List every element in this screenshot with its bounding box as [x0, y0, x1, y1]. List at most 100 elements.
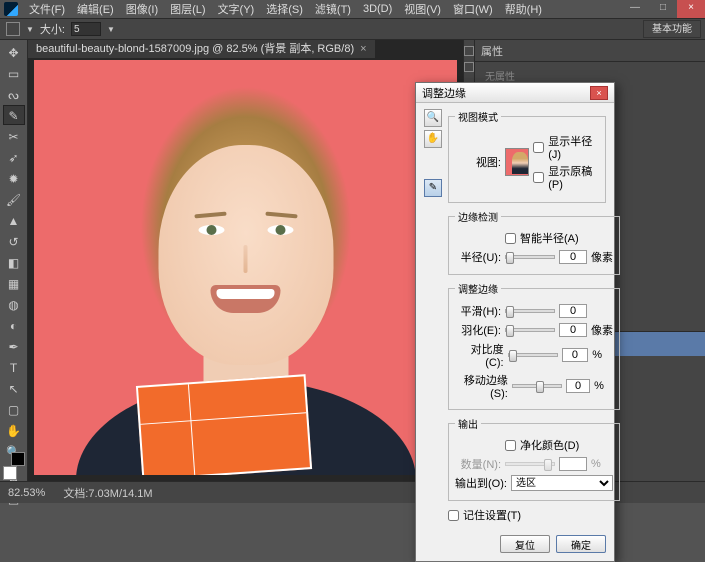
text-tool[interactable]: T — [3, 357, 25, 377]
document-area: beautiful-beauty-blond-1587009.jpg @ 82.… — [28, 40, 463, 481]
document-tab[interactable]: beautiful-beauty-blond-1587009.jpg @ 82.… — [28, 40, 375, 58]
ok-button[interactable]: 确定 — [556, 535, 606, 553]
smooth-label: 平滑(H): — [455, 303, 501, 319]
menu-help[interactable]: 帮助(H) — [500, 1, 547, 17]
show-radius-label: 显示半径 (J) — [548, 133, 599, 161]
photo-content — [34, 60, 457, 475]
output-legend: 输出 — [455, 416, 481, 431]
radius-value[interactable]: 0 — [559, 250, 587, 264]
adjust-edge-group: 调整边缘 平滑(H):0 羽化(E):0像素 对比度(C):0% 移动边缘(S)… — [448, 281, 620, 410]
tab-title: beautiful-beauty-blond-1587009.jpg @ 82.… — [36, 40, 354, 58]
shift-value[interactable]: 0 — [566, 379, 590, 393]
amount-slider — [505, 462, 555, 466]
hand-tool[interactable]: ✋ — [3, 420, 25, 440]
reset-button[interactable]: 复位 — [500, 535, 550, 553]
menu-view[interactable]: 视图(V) — [399, 1, 446, 17]
show-original-checkbox[interactable] — [533, 172, 544, 183]
heal-tool[interactable]: ✹ — [3, 168, 25, 188]
menu-file[interactable]: 文件(F) — [24, 1, 70, 17]
toolbox: ✥ ▭ ᔓ ✎ ✂ ➶ ✹ 🖌 ▲ ↺ ◧ ▦ ◍ ◐ ✒ T ↖ ▢ ✋ 🔍 … — [0, 40, 28, 481]
properties-tab-bar: 属性 — [475, 40, 705, 62]
tab-close-icon[interactable]: × — [360, 40, 366, 58]
workspace-switcher[interactable]: 基本功能 — [643, 20, 701, 38]
eyedropper-tool[interactable]: ➶ — [3, 147, 25, 167]
shift-label: 移动边缘(S): — [455, 372, 508, 400]
remember-label: 记住设置(T) — [463, 507, 521, 523]
view-mode-legend: 视图模式 — [455, 109, 501, 124]
view-thumb[interactable] — [505, 148, 529, 176]
contrast-slider[interactable] — [508, 353, 558, 357]
contrast-unit: % — [592, 349, 613, 361]
lasso-tool[interactable]: ᔓ — [3, 84, 25, 104]
radius-slider[interactable] — [505, 255, 555, 259]
crop-tool[interactable]: ✂ — [3, 126, 25, 146]
eraser-tool[interactable]: ◧ — [3, 252, 25, 272]
history-brush-tool[interactable]: ↺ — [3, 231, 25, 251]
pen-tool[interactable]: ✒ — [3, 336, 25, 356]
panel-icon[interactable] — [464, 46, 474, 56]
stamp-tool[interactable]: ▲ — [3, 210, 25, 230]
path-tool[interactable]: ↖ — [3, 378, 25, 398]
output-to-label: 输出到(O): — [455, 475, 507, 491]
move-tool[interactable]: ✥ — [3, 42, 25, 62]
menu-bar: 文件(F) 编辑(E) 图像(I) 图层(L) 文字(Y) 选择(S) 滤镜(T… — [0, 0, 705, 18]
menu-text[interactable]: 文字(Y) — [213, 1, 260, 17]
smart-radius-label: 智能半径(A) — [520, 230, 579, 246]
brush-tool[interactable]: 🖌 — [3, 189, 25, 209]
menu-layer[interactable]: 图层(L) — [165, 1, 210, 17]
minimize-button[interactable]: — — [621, 0, 649, 18]
show-radius-checkbox[interactable] — [533, 142, 544, 153]
doc-size-readout: 文档:7.03M/14.1M — [63, 485, 152, 501]
tool-preset-icon[interactable] — [6, 22, 20, 36]
feather-unit: 像素 — [591, 322, 613, 338]
preset-dropdown-icon[interactable]: ▼ — [26, 25, 34, 34]
contrast-label: 对比度(C): — [455, 341, 504, 369]
maximize-button[interactable]: □ — [649, 0, 677, 18]
amount-value — [559, 457, 587, 471]
shape-tool[interactable]: ▢ — [3, 399, 25, 419]
dialog-titlebar[interactable]: 调整边缘 × — [416, 83, 614, 103]
smooth-value[interactable]: 0 — [559, 304, 587, 318]
dodge-tool[interactable]: ◐ — [3, 315, 25, 335]
smooth-slider[interactable] — [505, 309, 555, 313]
quick-select-tool[interactable]: ✎ — [3, 105, 25, 125]
gradient-tool[interactable]: ▦ — [3, 273, 25, 293]
size-label: 大小: — [40, 21, 65, 37]
decontaminate-checkbox[interactable] — [505, 440, 516, 451]
menu-image[interactable]: 图像(I) — [121, 1, 163, 17]
zoom-tool-icon[interactable]: 🔍 — [424, 109, 442, 127]
radius-label: 半径(U): — [455, 249, 501, 265]
view-label: 视图: — [455, 154, 501, 170]
menu-select[interactable]: 选择(S) — [261, 1, 308, 17]
dialog-tools: 🔍 ✋ ✎ — [424, 109, 444, 200]
feather-value[interactable]: 0 — [559, 323, 587, 337]
dialog-close-icon[interactable]: × — [590, 86, 608, 100]
canvas[interactable] — [34, 60, 457, 475]
output-group: 输出 净化颜色(D) 数量(N):% 输出到(O):选区 — [448, 416, 620, 501]
contrast-value[interactable]: 0 — [562, 348, 589, 362]
close-button[interactable]: × — [677, 0, 705, 18]
zoom-readout[interactable]: 82.53% — [8, 487, 45, 499]
feather-slider[interactable] — [505, 328, 555, 332]
marquee-tool[interactable]: ▭ — [3, 63, 25, 83]
size-dropdown-icon[interactable]: ▼ — [107, 25, 115, 34]
shift-slider[interactable] — [512, 384, 562, 388]
hand-tool-icon[interactable]: ✋ — [424, 130, 442, 148]
menu-3d[interactable]: 3D(D) — [358, 3, 397, 15]
edge-detection-group: 边缘检测 智能半径(A) 半径(U): 0 像素 — [448, 209, 620, 275]
amount-label: 数量(N): — [455, 456, 501, 472]
remember-checkbox[interactable] — [448, 510, 459, 521]
radius-unit: 像素 — [591, 249, 613, 265]
properties-tab[interactable]: 属性 — [481, 43, 503, 59]
smart-radius-checkbox[interactable] — [505, 233, 516, 244]
blur-tool[interactable]: ◍ — [3, 294, 25, 314]
menu-window[interactable]: 窗口(W) — [448, 1, 498, 17]
menu-edit[interactable]: 编辑(E) — [72, 1, 119, 17]
refine-brush-icon[interactable]: ✎ — [424, 179, 442, 197]
menu-filter[interactable]: 滤镜(T) — [310, 1, 356, 17]
dialog-title: 调整边缘 — [422, 85, 466, 101]
output-to-select[interactable]: 选区 — [511, 475, 613, 491]
panel-icon[interactable] — [464, 62, 474, 72]
options-bar: ▼ 大小: ▼ — [0, 18, 705, 40]
size-input[interactable] — [71, 22, 101, 36]
